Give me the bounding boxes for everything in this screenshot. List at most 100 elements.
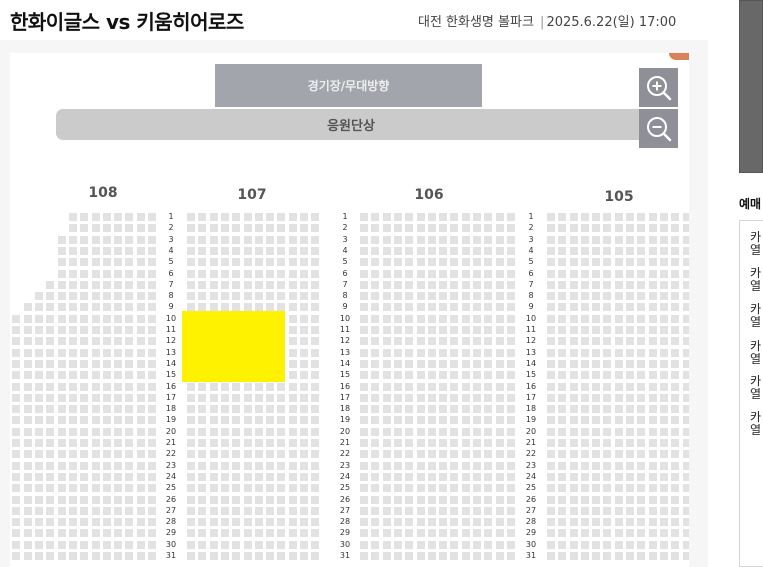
seat[interactable] [187, 292, 195, 300]
seat[interactable] [232, 303, 240, 311]
seat[interactable] [626, 394, 634, 402]
seat[interactable] [547, 496, 555, 504]
seat[interactable] [615, 416, 623, 424]
seat[interactable] [80, 428, 88, 436]
seat[interactable] [450, 496, 458, 504]
seat[interactable] [103, 473, 111, 481]
seat[interactable] [547, 462, 555, 470]
seat[interactable] [428, 383, 436, 391]
seat[interactable] [371, 462, 379, 470]
seat[interactable] [417, 371, 425, 379]
seat[interactable] [671, 213, 679, 221]
seat[interactable] [558, 529, 566, 537]
seat[interactable] [626, 552, 634, 560]
seat[interactable] [660, 213, 668, 221]
seat[interactable] [683, 552, 689, 560]
seat[interactable] [671, 236, 679, 244]
seat[interactable] [592, 473, 600, 481]
seat[interactable] [12, 450, 20, 458]
seat[interactable] [383, 473, 391, 481]
seat[interactable] [12, 326, 20, 334]
seat[interactable] [311, 541, 319, 549]
seat[interactable] [405, 484, 413, 492]
seat[interactable] [660, 462, 668, 470]
seat[interactable] [649, 371, 657, 379]
seat[interactable] [450, 529, 458, 537]
seat[interactable] [114, 337, 122, 345]
seat[interactable] [671, 258, 679, 266]
seat[interactable] [450, 552, 458, 560]
seat[interactable] [80, 529, 88, 537]
seat[interactable] [46, 462, 54, 470]
seat[interactable] [103, 270, 111, 278]
seat[interactable] [198, 439, 206, 447]
seat[interactable] [439, 303, 447, 311]
seat[interactable] [360, 428, 368, 436]
seat[interactable] [210, 224, 218, 232]
seat[interactable] [125, 258, 133, 266]
seat[interactable] [114, 360, 122, 368]
seat[interactable] [484, 507, 492, 515]
seat[interactable] [394, 360, 402, 368]
seat[interactable] [581, 541, 589, 549]
seat[interactable] [581, 213, 589, 221]
seat[interactable] [210, 439, 218, 447]
seat[interactable] [439, 541, 447, 549]
seat[interactable] [371, 405, 379, 413]
seat[interactable] [507, 518, 515, 526]
seat[interactable] [148, 416, 156, 424]
seat[interactable] [649, 349, 657, 357]
seat[interactable] [649, 552, 657, 560]
seat[interactable] [592, 518, 600, 526]
seat[interactable] [80, 416, 88, 424]
seat[interactable] [473, 529, 481, 537]
seat[interactable] [255, 484, 263, 492]
seat[interactable] [46, 337, 54, 345]
seat[interactable] [148, 462, 156, 470]
seat[interactable] [383, 383, 391, 391]
seat[interactable] [232, 213, 240, 221]
seat[interactable] [439, 213, 447, 221]
seat[interactable] [69, 371, 77, 379]
seat[interactable] [428, 224, 436, 232]
seat[interactable] [405, 360, 413, 368]
seat[interactable] [405, 541, 413, 549]
seat[interactable] [603, 518, 611, 526]
seat[interactable] [148, 371, 156, 379]
seat[interactable] [137, 496, 145, 504]
seat[interactable] [603, 462, 611, 470]
seat[interactable] [683, 326, 689, 334]
seat[interactable] [615, 360, 623, 368]
seat[interactable] [558, 224, 566, 232]
seat[interactable] [473, 428, 481, 436]
seat[interactable] [626, 405, 634, 413]
seat[interactable] [473, 303, 481, 311]
seat[interactable] [683, 337, 689, 345]
seat[interactable] [405, 496, 413, 504]
seat[interactable] [439, 247, 447, 255]
seat[interactable] [360, 552, 368, 560]
seat[interactable] [289, 303, 297, 311]
seat[interactable] [615, 552, 623, 560]
seat[interactable] [570, 484, 578, 492]
seat[interactable] [462, 349, 470, 357]
seat[interactable] [383, 281, 391, 289]
seat[interactable] [570, 462, 578, 470]
seat[interactable] [603, 450, 611, 458]
seat[interactable] [637, 473, 645, 481]
seat[interactable] [603, 236, 611, 244]
seat[interactable] [198, 292, 206, 300]
seat[interactable] [660, 518, 668, 526]
seat[interactable] [439, 315, 447, 323]
seat[interactable] [24, 529, 32, 537]
seat[interactable] [660, 541, 668, 549]
seat[interactable] [394, 450, 402, 458]
seat[interactable] [300, 303, 308, 311]
seat[interactable] [69, 541, 77, 549]
seat[interactable] [221, 484, 229, 492]
booking-list-item[interactable]: 카열 [750, 267, 761, 293]
seat[interactable] [46, 496, 54, 504]
seat[interactable] [428, 270, 436, 278]
seat[interactable] [221, 529, 229, 537]
seat[interactable] [484, 496, 492, 504]
